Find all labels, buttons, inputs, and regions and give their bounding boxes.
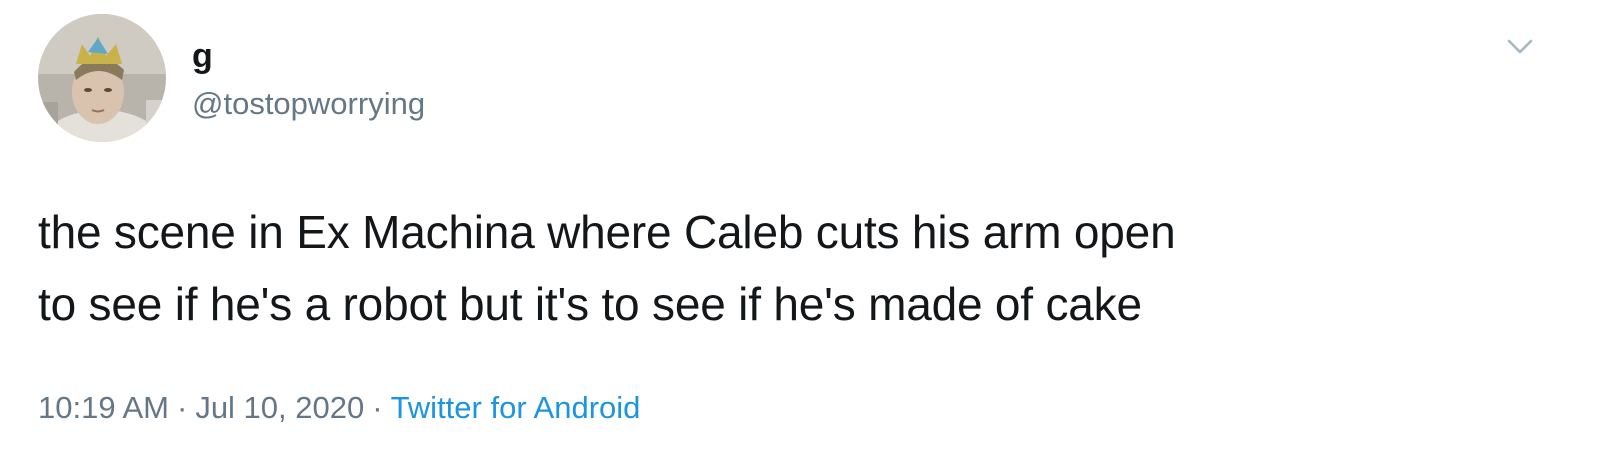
tweet-source-link[interactable]: Twitter for Android [391, 390, 641, 425]
tweet-text-line: the scene in Ex Machina where Caleb cuts… [38, 206, 1176, 258]
avatar-photo [38, 14, 166, 142]
tweet-time[interactable]: 10:19 AM [38, 390, 169, 425]
chevron-down-icon [1507, 39, 1533, 54]
avatar[interactable] [38, 14, 166, 142]
user-handle[interactable]: @tostopworrying [192, 84, 425, 124]
tweet-card: g @tostopworrying the scene in Ex Machin… [0, 0, 1600, 472]
meta-separator: · [372, 390, 383, 425]
tweet-date[interactable]: Jul 10, 2020 [195, 390, 364, 425]
tweet-text-line: to see if he's a robot but it's to see i… [38, 278, 1142, 330]
tweet-text: the scene in Ex Machina where Caleb cuts… [38, 196, 1538, 340]
tweet-menu-button[interactable] [1500, 26, 1540, 66]
display-name[interactable]: g [192, 36, 213, 76]
meta-separator: · [176, 390, 188, 425]
tweet-metadata: 10:19 AM · Jul 10, 2020 · Twitter for Androi… [38, 386, 640, 430]
